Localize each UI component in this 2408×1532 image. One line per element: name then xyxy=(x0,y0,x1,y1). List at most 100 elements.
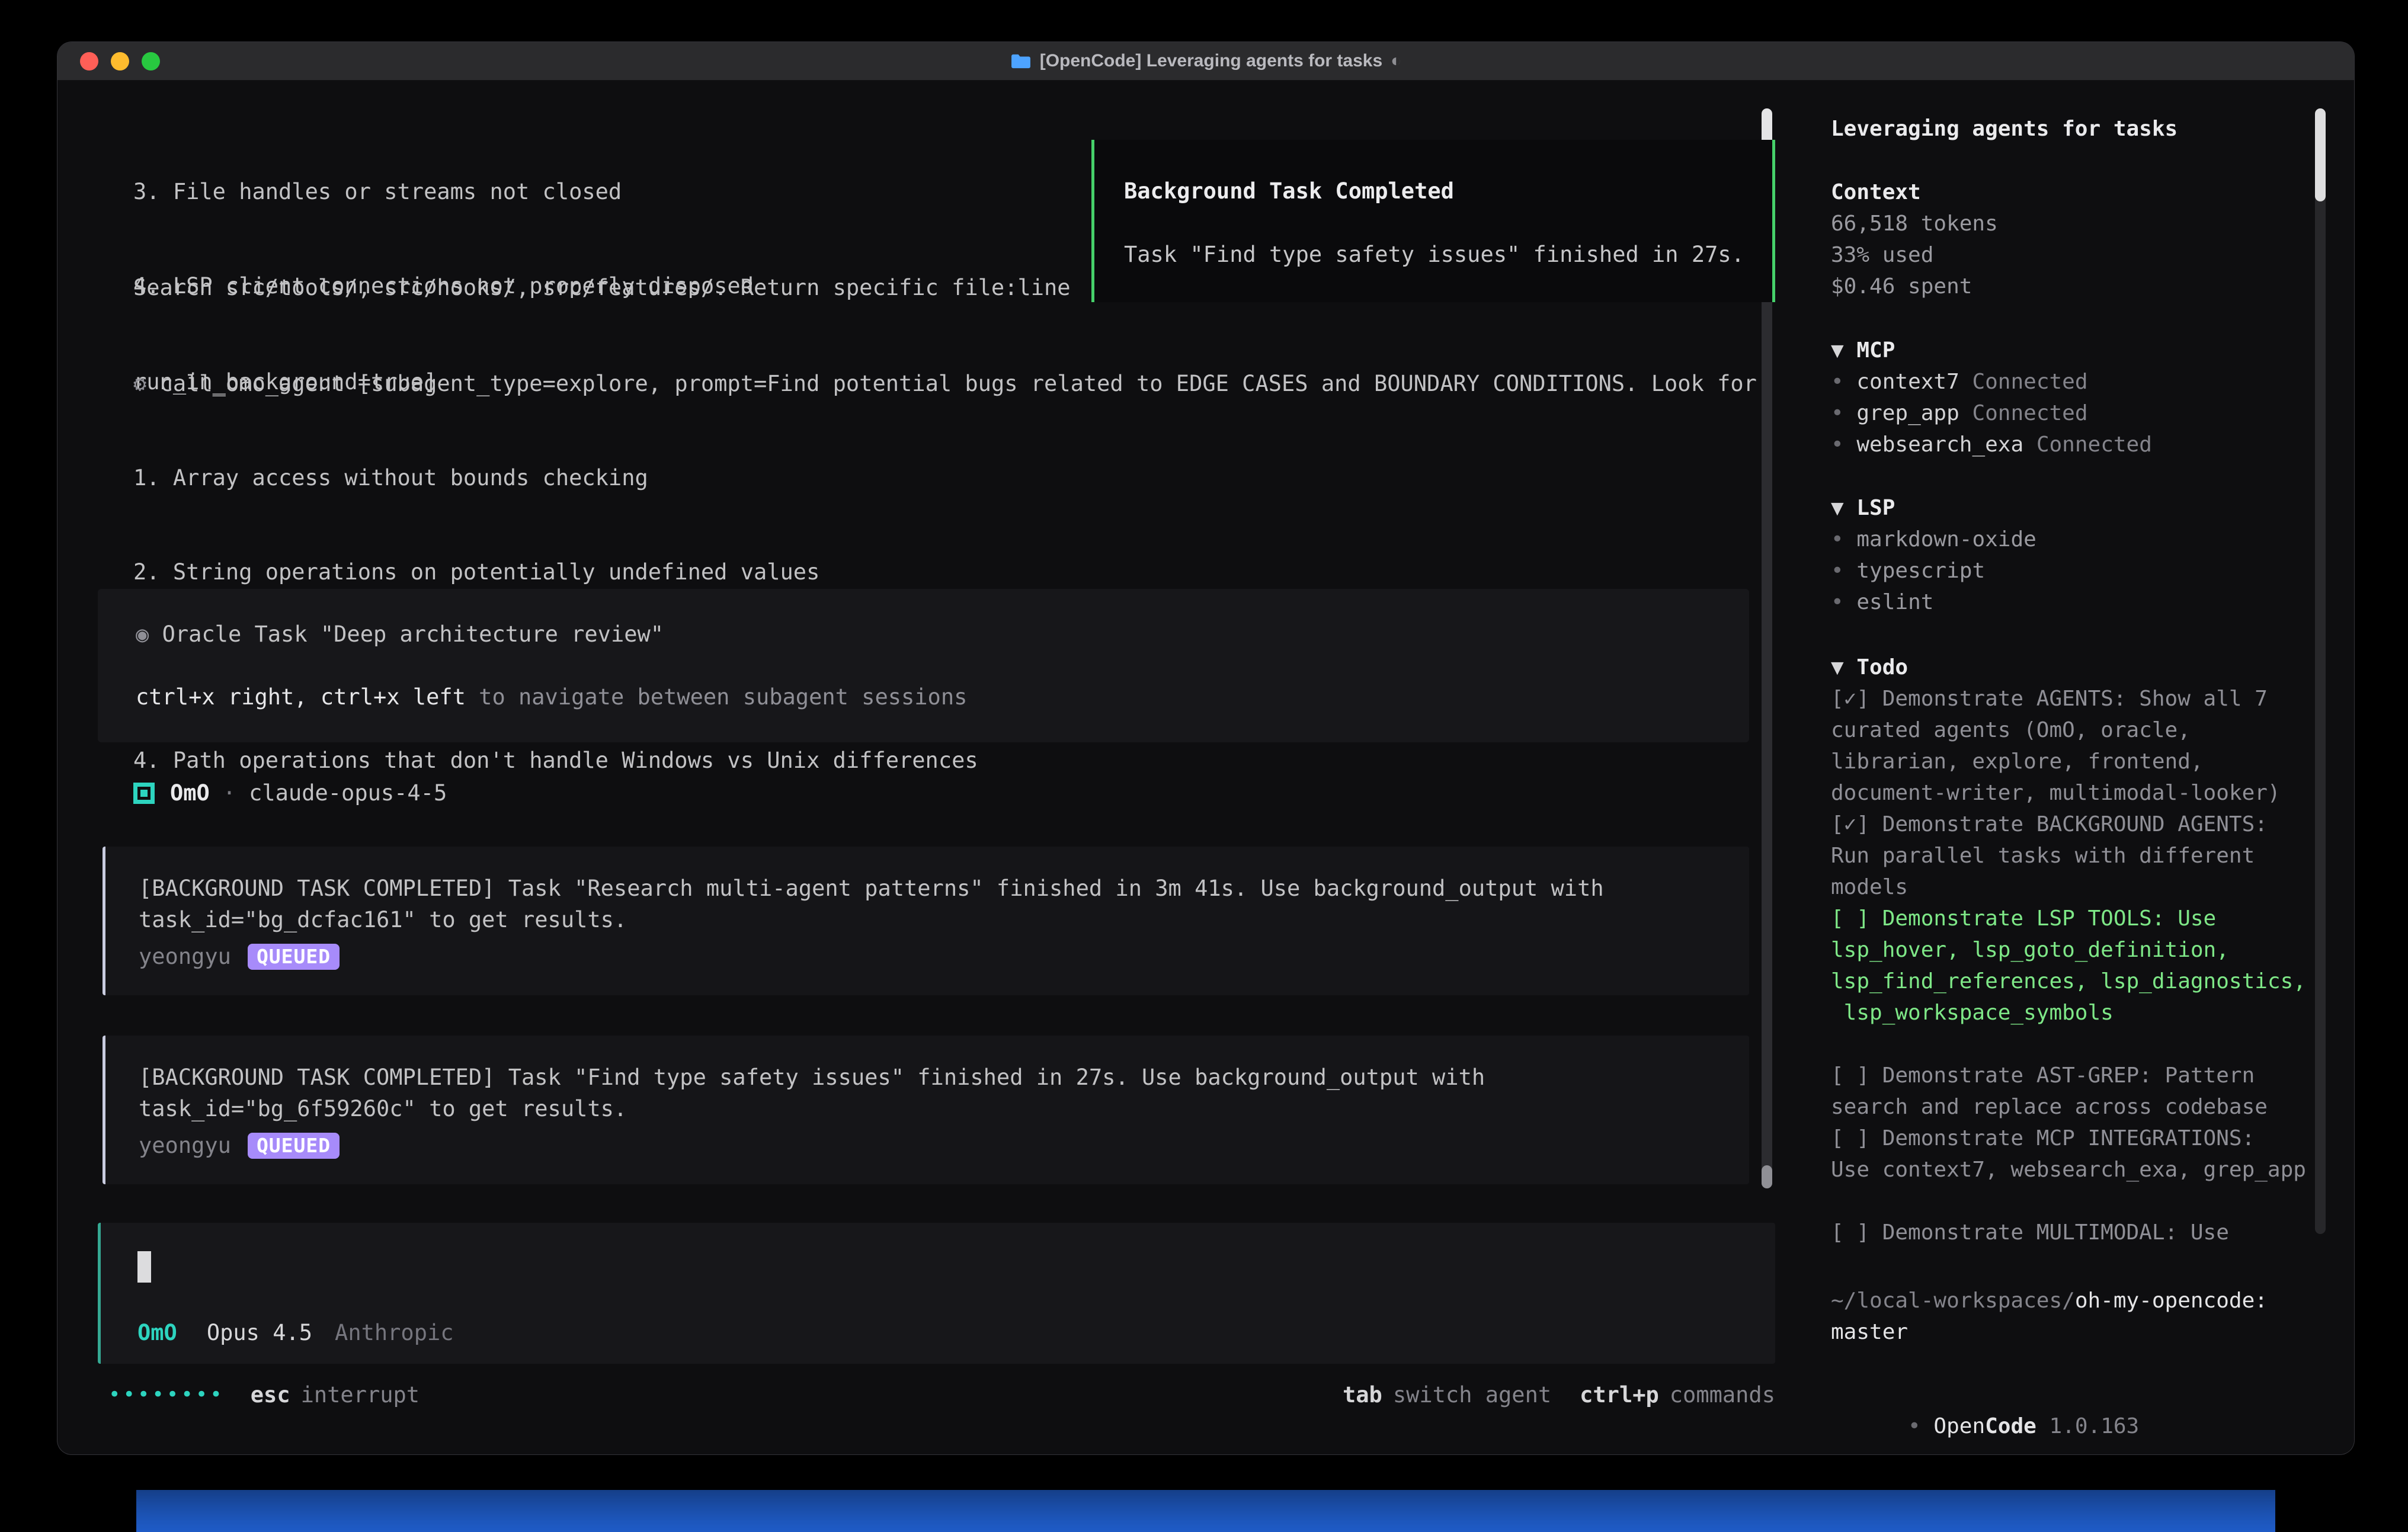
todo-line: [ ] Demonstrate MULTIMODAL: Use xyxy=(1831,1217,2306,1248)
traffic-lights xyxy=(80,42,160,81)
context-tokens: 66,518 tokens xyxy=(1831,208,1998,239)
model-provider-label: Anthropic xyxy=(335,1317,453,1348)
context-spent: $0.46 spent xyxy=(1831,271,1998,302)
mcp-item: • context7 Connected xyxy=(1831,366,2152,398)
todo-line: [ ] Demonstrate MCP INTEGRATIONS: xyxy=(1831,1123,2306,1154)
todo-line: Use context7, websearch_exa, grep_app xyxy=(1831,1154,2306,1185)
window-title-text: [OpenCode] Leveraging agents for tasks xyxy=(1040,51,1382,71)
workspace-path: ~/local-workspaces/oh-my-opencode: xyxy=(1831,1285,2268,1316)
status-left: •••••••• esc interrupt xyxy=(108,1379,420,1411)
queued-status-badge: QUEUED xyxy=(248,944,340,970)
hint-text: to navigate between subagent sessions xyxy=(466,684,967,710)
todo-heading[interactable]: ▼ Todo xyxy=(1831,652,2306,683)
shortcut-interrupt: esc interrupt xyxy=(251,1379,420,1411)
message-meta: yeongyu QUEUED xyxy=(139,1130,1749,1161)
app-name: OpenCode xyxy=(1933,1414,2036,1438)
oracle-title: Oracle Task "Deep architecture review" xyxy=(162,621,664,647)
oracle-title-line: ◉ Oracle Task "Deep architecture review" xyxy=(136,618,1749,650)
terminal-line: 1. Array access without bounds checking xyxy=(133,462,1757,493)
context-used: 33% used xyxy=(1831,239,1998,271)
git-branch: master xyxy=(1831,1316,2268,1348)
workspace-section: ~/local-workspaces/oh-my-opencode: maste… xyxy=(1831,1285,2268,1348)
zoom-window-button[interactable] xyxy=(142,52,160,70)
text-cursor xyxy=(137,1251,151,1283)
version-line: • OpenCode 1.0.163 xyxy=(1831,1379,2139,1454)
todo-line: [✓] Demonstrate BACKGROUND AGENTS: xyxy=(1831,809,2306,840)
bullet-icon: • xyxy=(1908,1414,1921,1438)
half-moon-icon: ◐ xyxy=(1391,51,1401,71)
close-window-button[interactable] xyxy=(80,52,98,70)
chevron-down-icon: ▼ xyxy=(1831,496,1844,520)
bullet-icon: • xyxy=(1831,559,1844,583)
oracle-hint-line: ctrl+x right, ctrl+x left to navigate be… xyxy=(136,681,1749,713)
esc-key-label: esc xyxy=(251,1379,290,1411)
lsp-item: • typescript xyxy=(1831,555,2036,586)
todo-line: librarian, explore, frontend, xyxy=(1831,746,2306,777)
todo-line: search and replace across codebase xyxy=(1831,1091,2306,1123)
context-heading: Context xyxy=(1831,177,1998,208)
background-task-message: [BACKGROUND TASK COMPLETED] Task "Resear… xyxy=(103,847,1749,995)
background-task-toast: Background Task Completed Task "Find typ… xyxy=(1091,140,1775,302)
todo-line-active: [ ] Demonstrate LSP TOOLS: Use xyxy=(1831,903,2306,934)
lsp-section: ▼ LSP • markdown-oxide • typescript • es… xyxy=(1831,492,2036,618)
mcp-heading[interactable]: ▼ MCP xyxy=(1831,335,2152,366)
bullet-icon: • xyxy=(1831,401,1844,425)
todo-spacer xyxy=(1831,1185,2306,1217)
message-line: task_id="bg_6f59260c" to get results. xyxy=(139,1093,1749,1124)
oracle-task-panel: ◉ Oracle Task "Deep architecture review"… xyxy=(98,589,1749,742)
sidebar-scrollbar-thumb[interactable] xyxy=(2315,108,2326,201)
bullet-icon: • xyxy=(1831,527,1844,552)
message-line: task_id="bg_dcfac161" to get results. xyxy=(139,904,1749,935)
record-icon: ◉ xyxy=(136,621,149,647)
agent-header: OmO · claude-opus-4-5 xyxy=(133,777,447,809)
gear-icon: ⚙ xyxy=(133,371,146,396)
todo-line-active: lsp_workspace_symbols xyxy=(1831,997,2306,1028)
terminal-line: Search src/tools/, src/hooks/, src/featu… xyxy=(133,272,1071,303)
toast-title: Background Task Completed xyxy=(1124,175,1743,207)
main-scrollbar-mark[interactable] xyxy=(1762,1165,1772,1188)
message-line: [BACKGROUND TASK COMPLETED] Task "Resear… xyxy=(139,873,1749,904)
status-right: tab switch agent ctrl+p commands xyxy=(1343,1379,1775,1411)
todo-line-active: lsp_find_references, lsp_diagnostics, xyxy=(1831,966,2306,997)
status-bar: •••••••• esc interrupt tab switch agent … xyxy=(108,1379,1775,1411)
agent-model: claude-opus-4-5 xyxy=(249,777,447,809)
queued-status-badge: QUEUED xyxy=(248,1133,340,1159)
agent-square-icon xyxy=(133,783,155,804)
tab-key-label: tab xyxy=(1343,1379,1382,1411)
window-titlebar[interactable]: [OpenCode] Leveraging agents for tasks ◐ xyxy=(57,42,2354,81)
message-line: [BACKGROUND TASK COMPLETED] Task "Find t… xyxy=(139,1062,1749,1093)
chevron-down-icon: ▼ xyxy=(1831,655,1844,680)
message-user: yeongyu xyxy=(139,1130,231,1161)
lsp-heading[interactable]: ▼ LSP xyxy=(1831,492,2036,524)
desktop-wallpaper-strip xyxy=(136,1490,2275,1532)
sidebar-scrollbar[interactable] xyxy=(2315,108,2326,1234)
esc-action-label: interrupt xyxy=(301,1379,420,1411)
tab-action-label: switch agent xyxy=(1393,1379,1551,1411)
mcp-item: • websearch_exa Connected xyxy=(1831,429,2152,460)
lsp-item: • eslint xyxy=(1831,586,2036,618)
opencode-terminal-window: [OpenCode] Leveraging agents for tasks ◐… xyxy=(57,42,2354,1454)
todo-spacer xyxy=(1831,1028,2306,1060)
active-agent-label: OmO xyxy=(137,1317,177,1348)
terminal-line: 3. File handles or streams not closed xyxy=(133,176,754,207)
separator-dot: · xyxy=(223,777,236,809)
minimize-window-button[interactable] xyxy=(111,52,129,70)
context-section: Context 66,518 tokens 33% used $0.46 spe… xyxy=(1831,177,1998,302)
tool-call-text: call_omo_agent [subagent_type=explore, p… xyxy=(160,371,1757,396)
hint-keys: ctrl+x right, ctrl+x left xyxy=(136,684,466,710)
todo-section: ▼ Todo [✓] Demonstrate AGENTS: Show all … xyxy=(1831,652,2306,1248)
bullet-icon: • xyxy=(1831,590,1844,614)
todo-line: Run parallel tasks with different xyxy=(1831,840,2306,871)
message-user: yeongyu xyxy=(139,941,231,972)
message-meta: yeongyu QUEUED xyxy=(139,941,1749,972)
chat-pane: 3. File handles or streams not closed 4.… xyxy=(57,81,1808,1454)
prompt-input[interactable]: OmO Opus 4.5 Anthropic xyxy=(98,1223,1775,1364)
bullet-icon: • xyxy=(1831,370,1844,394)
lsp-item: • markdown-oxide xyxy=(1831,524,2036,555)
agent-name: OmO xyxy=(170,777,210,809)
model-row: OmO Opus 4.5 Anthropic xyxy=(137,1317,454,1348)
terminal-line: 2. String operations on potentially unde… xyxy=(133,556,1757,588)
ctrlp-action-label: commands xyxy=(1670,1379,1775,1411)
window-title: [OpenCode] Leveraging agents for tasks ◐ xyxy=(1010,51,1402,71)
mcp-item: • grep_app Connected xyxy=(1831,398,2152,429)
